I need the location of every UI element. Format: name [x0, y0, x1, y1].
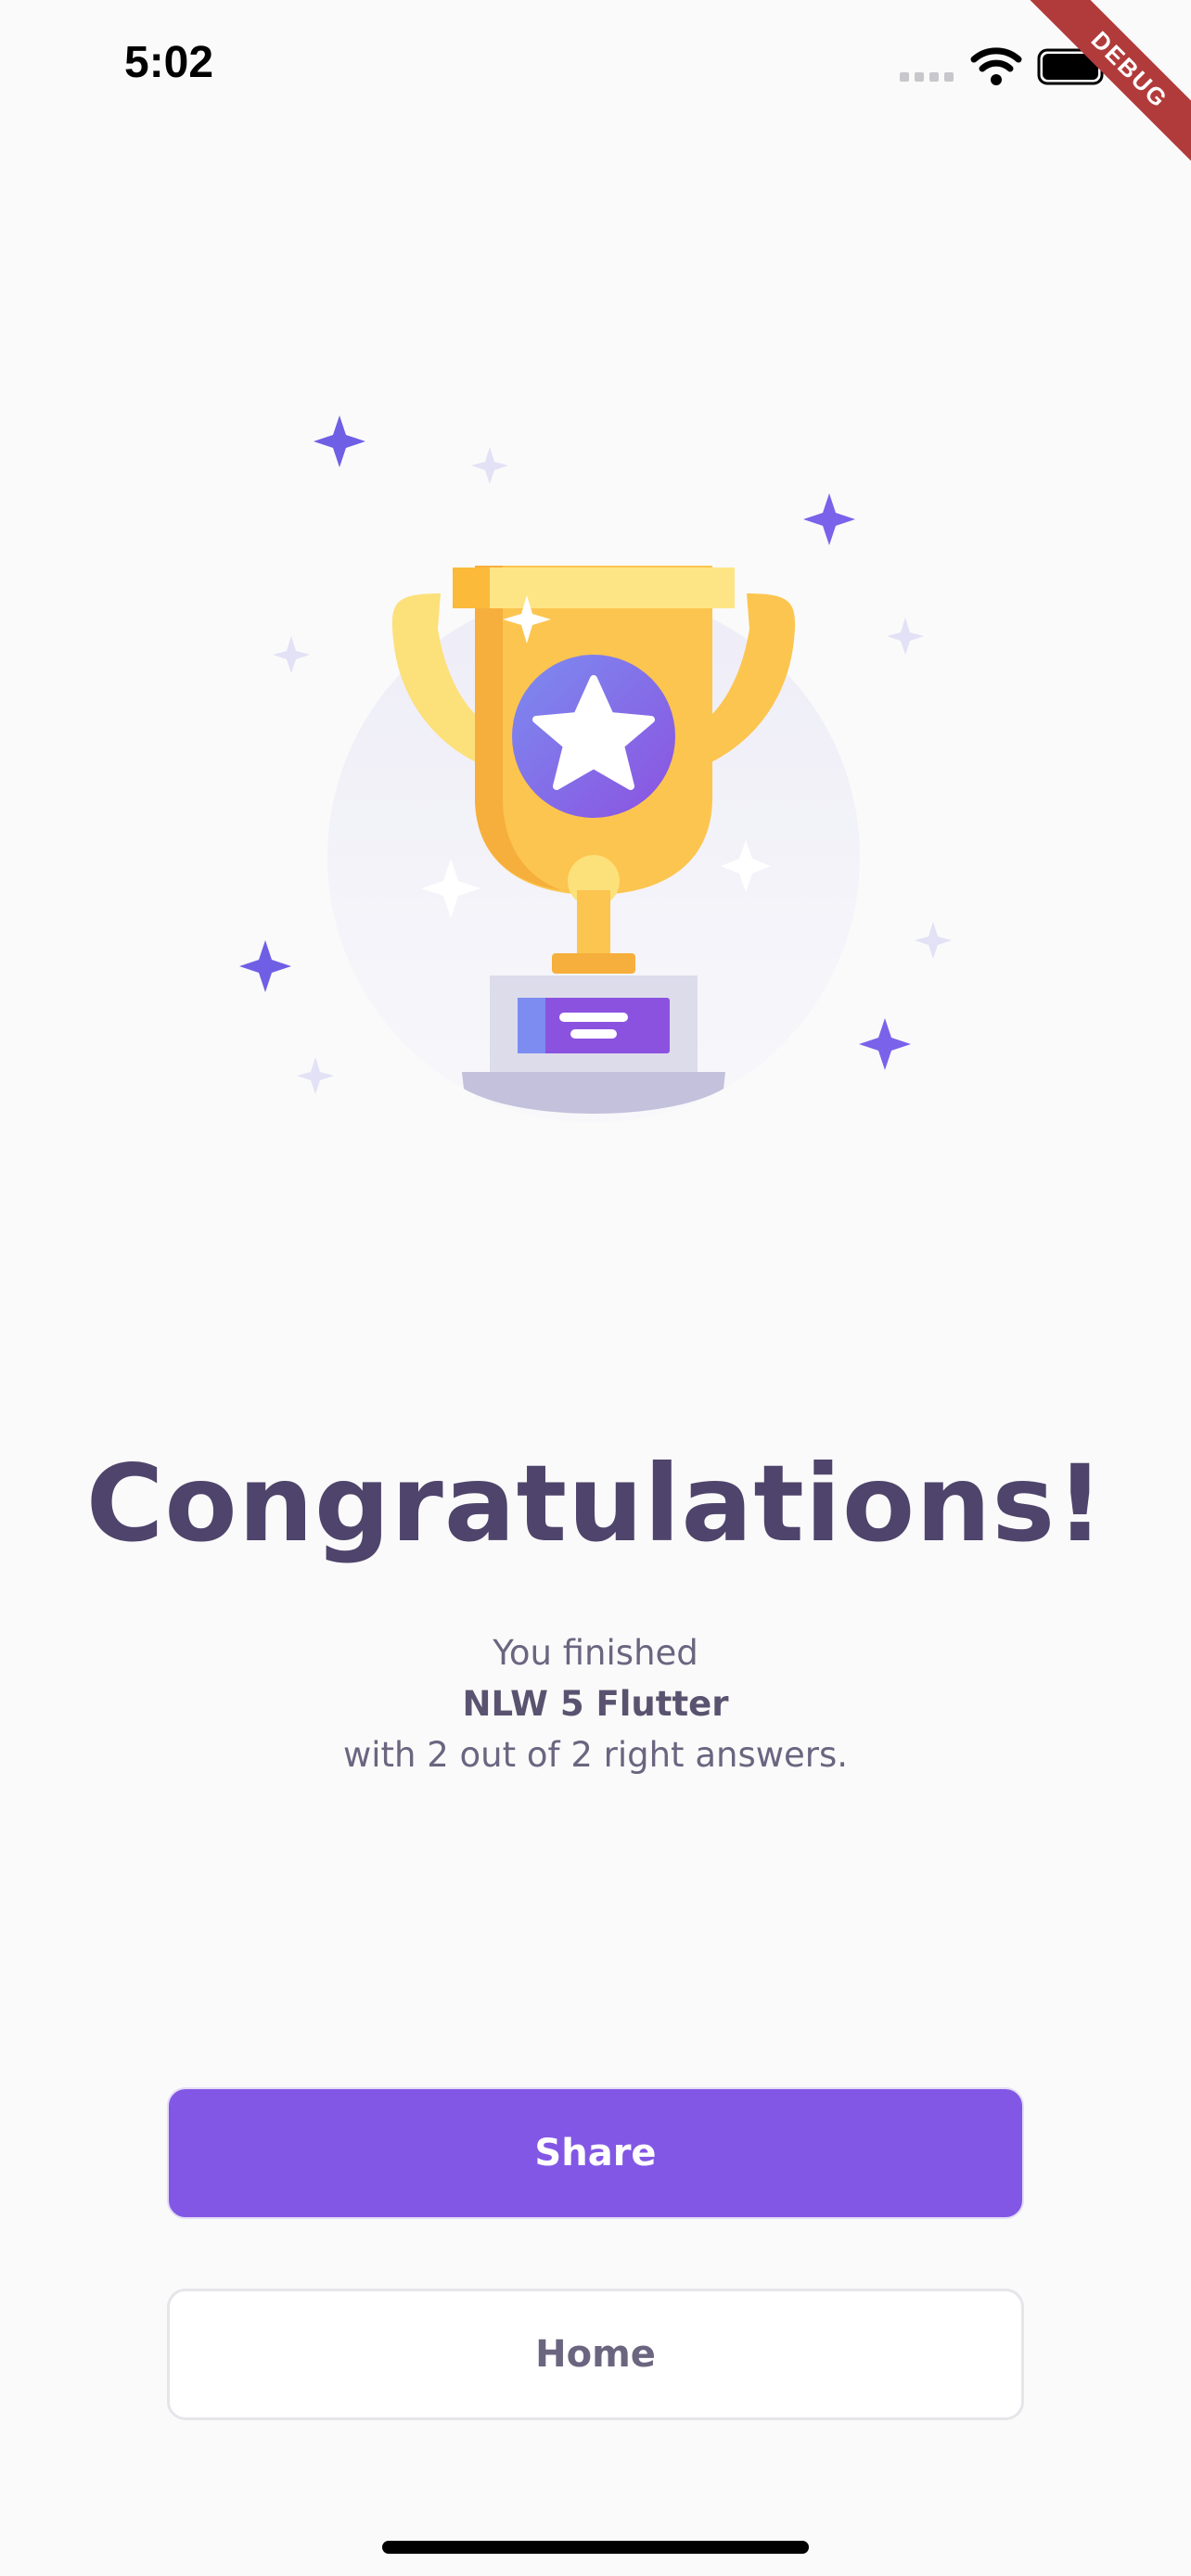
trophy-icon	[239, 415, 952, 1123]
share-button-label: Share	[534, 2132, 657, 2174]
result-message: You finished NLW 5 Flutter with 2 out of…	[0, 1627, 1191, 1780]
debug-label: DEBUG	[1016, 0, 1191, 184]
signal-icon	[900, 72, 954, 82]
result-line-1: You finished	[493, 1633, 698, 1673]
result-line-3: with 2 out of 2 right answers.	[342, 1735, 848, 1775]
congratulations-title: Congratulations!	[85, 1442, 1106, 1565]
status-time: 5:02	[124, 38, 214, 87]
home-indicator[interactable]	[382, 2541, 809, 2554]
quiz-name: NLW 5 Flutter	[462, 1684, 729, 1724]
home-button[interactable]: Home	[167, 2289, 1024, 2420]
home-button-label: Home	[535, 2333, 656, 2376]
share-button[interactable]: Share	[167, 2087, 1024, 2219]
debug-banner: DEBUG	[1005, 0, 1191, 185]
